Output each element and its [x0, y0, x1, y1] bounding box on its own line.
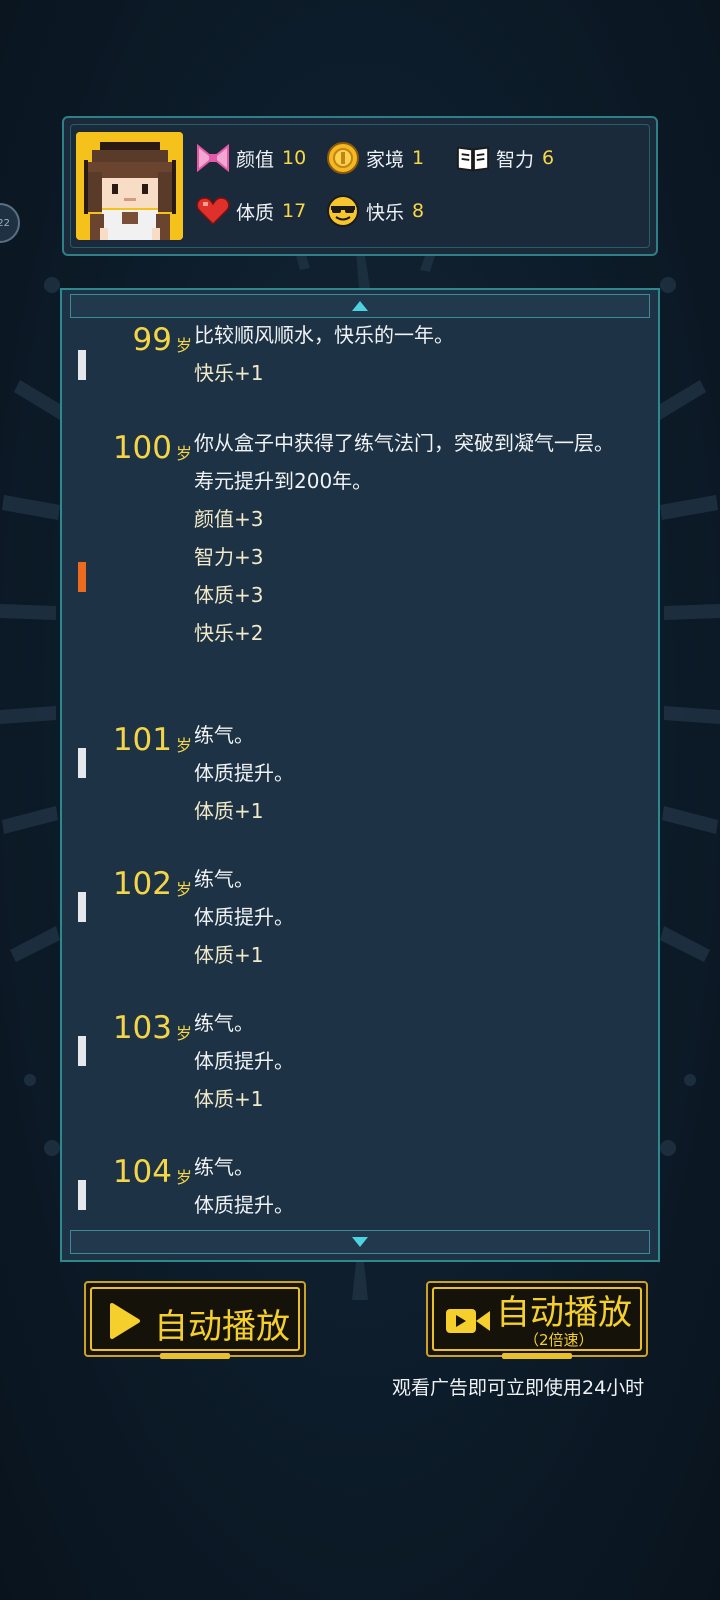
autoplay-button[interactable]: 自动播放: [84, 1281, 306, 1359]
heart-icon: [196, 194, 230, 228]
stat-family: 家境 1: [326, 140, 424, 176]
scroll-up-button[interactable]: [70, 294, 650, 318]
avatar: [76, 132, 183, 240]
entry-marker: [78, 892, 86, 922]
arrow-down-icon: [352, 1237, 368, 1247]
scroll-down-button[interactable]: [70, 1230, 650, 1254]
entry-marker: [78, 748, 86, 778]
button-tab-decoration: [502, 1353, 572, 1359]
ad-note: 观看广告即可立即使用24小时: [392, 1377, 645, 1399]
stat-label: 快乐: [366, 201, 405, 224]
entry-age-unit: 岁: [176, 444, 193, 463]
entry-effect: 快乐+2: [194, 621, 264, 645]
entry-text: 体质提升。: [194, 1049, 294, 1073]
autoplay-label: 自动播放: [154, 1307, 290, 1347]
entry-age-unit: 岁: [176, 880, 193, 899]
entry-text: 体质提升。: [194, 1193, 294, 1217]
autoplay-fast-ad-button[interactable]: 自动播放 （2倍速）: [426, 1281, 648, 1359]
life-log-panel[interactable]: 99 岁 比较顺风顺水，快乐的一年。 快乐+1 100 岁 你从盒子中获得了练气…: [60, 288, 660, 1262]
video-camera-icon: [446, 1309, 490, 1333]
arrow-up-icon: [352, 301, 368, 311]
stat-appearance: 颜值 10: [196, 140, 306, 176]
entry-text: 寿元提升到200年。: [194, 469, 373, 493]
side-bubble-label: 22: [0, 217, 10, 229]
entry-text: 体质提升。: [194, 761, 294, 785]
stat-constitution: 体质 17: [196, 193, 306, 229]
entry-age-unit: 岁: [176, 1168, 193, 1187]
stat-label: 颜值: [236, 148, 275, 171]
autoplay-fast-label: 自动播放: [496, 1293, 632, 1333]
entry-effect: 体质+1: [194, 1087, 264, 1111]
entry-age-unit: 岁: [176, 736, 193, 755]
entry-marker: [78, 1036, 86, 1066]
stat-label: 体质: [236, 201, 275, 224]
entry-age-unit: 岁: [176, 336, 193, 355]
entry-text: 练气。: [194, 867, 254, 891]
stat-happiness: 快乐 8: [326, 193, 424, 229]
stat-value: 8: [412, 200, 425, 222]
entry-marker: [78, 350, 86, 380]
entry-text: 练气。: [194, 1011, 254, 1035]
entry-effect: 智力+3: [194, 545, 264, 569]
bow-icon: [196, 141, 230, 175]
pixel-character-icon: [76, 132, 183, 240]
stat-value: 6: [542, 147, 555, 169]
entry-effect: 体质+1: [194, 799, 264, 823]
entry-text: 练气。: [194, 723, 254, 747]
play-icon: [110, 1303, 140, 1339]
entry-age-unit: 岁: [176, 1024, 193, 1043]
book-icon: [456, 141, 490, 175]
coin-icon: [326, 141, 360, 175]
entry-age: 100: [112, 430, 172, 466]
entry-text: 你从盒子中获得了练气法门，突破到凝气一层。: [194, 431, 614, 455]
stat-label: 智力: [496, 148, 535, 171]
sunglasses-face-icon: [326, 194, 360, 228]
autoplay-fast-speed: （2倍速）: [524, 1331, 594, 1349]
entry-marker: [78, 1180, 86, 1210]
stat-value: 1: [412, 147, 425, 169]
life-log-list[interactable]: 99 岁 比较顺风顺水，快乐的一年。 快乐+1 100 岁 你从盒子中获得了练气…: [62, 322, 658, 1222]
button-tab-decoration: [160, 1353, 230, 1359]
entry-effect: 快乐+1: [194, 361, 264, 385]
stat-intelligence: 智力 6: [456, 140, 554, 176]
stat-value: 17: [282, 200, 307, 222]
entry-text: 比较顺风顺水，快乐的一年。: [194, 323, 454, 347]
entry-effect: 颜值+3: [194, 507, 264, 531]
entry-text: 体质提升。: [194, 905, 294, 929]
stat-value: 10: [282, 147, 307, 169]
stat-label: 家境: [366, 148, 405, 171]
entry-effect: 体质+1: [194, 943, 264, 967]
entry-marker-highlight: [78, 562, 86, 592]
entry-effect: 体质+3: [194, 583, 264, 607]
entry-text: 练气。: [194, 1155, 254, 1179]
